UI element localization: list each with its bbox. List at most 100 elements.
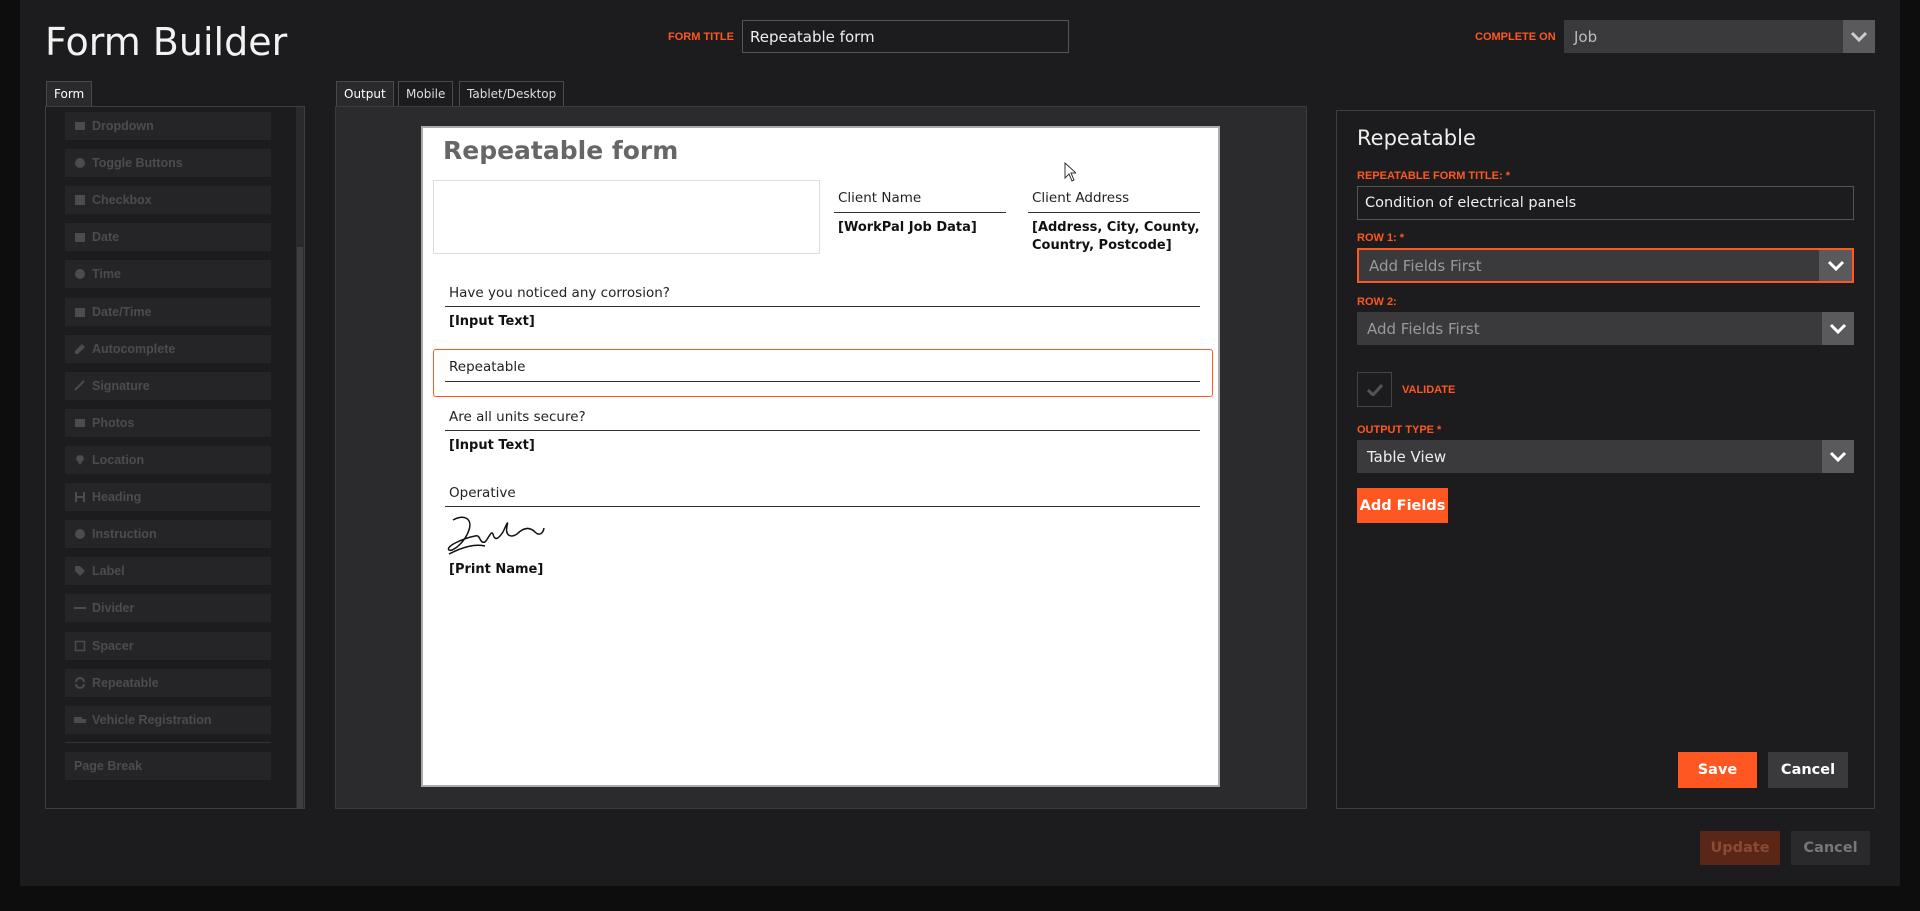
client-address-label: Client Address [1032,190,1130,206]
calendar-clock-icon [74,306,86,318]
save-button[interactable]: Save [1678,752,1757,788]
palette-item-checkbox[interactable]: Checkbox [65,186,271,214]
tab-form[interactable]: Form [46,81,93,106]
palette-item-label: Date/Time [92,305,152,319]
palette-item-label: Date [92,230,120,244]
palette-item-signature[interactable]: Signature [65,372,271,400]
output-type-value: Table View [1367,447,1447,466]
row2-label: ROW 2: [1357,296,1397,308]
repeatable-field-selected[interactable]: Repeatable [433,349,1213,397]
palette-item-toggle-buttons[interactable]: Toggle Buttons [65,149,271,177]
question-corrosion-value: [Input Text] [449,314,535,329]
validate-checkbox[interactable] [1357,372,1392,407]
divider [834,212,1006,213]
palette-item-location[interactable]: Location [65,446,271,474]
chevron-down-icon [1843,20,1875,53]
question-corrosion-label[interactable]: Have you noticed any corrosion? [449,285,670,301]
palette-item-label: Location [92,453,145,467]
validate-label: VALIDATE [1402,384,1456,396]
form-preview: Repeatable form Client Name [WorkPal Job… [421,126,1220,787]
divider-icon [74,602,86,614]
palette-item-label: Heading [92,490,142,504]
output-type-label: OUTPUT TYPE * [1357,424,1442,436]
toggle-icon [74,157,86,169]
client-name-value: [WorkPal Job Data] [838,220,977,235]
complete-on-select[interactable]: Job [1564,20,1875,53]
add-fields-button[interactable]: Add Fields [1357,488,1448,523]
square-icon [74,640,86,652]
repeatable-title-input[interactable] [1357,186,1854,220]
image-icon [74,417,86,429]
palette-item-date-time[interactable]: Date/Time [65,298,271,326]
divider [1028,212,1200,213]
client-address-value-line2: Country, Postcode] [1032,238,1172,253]
chevron-down-icon [1819,250,1852,281]
tab-mobile[interactable]: Mobile [398,81,454,106]
repeatable-title-label: REPEATABLE FORM TITLE: * [1357,170,1510,182]
divider [445,430,1200,431]
check-icon [1366,383,1383,396]
palette-divider [65,742,271,743]
palette-item-page-break[interactable]: Page Break [65,752,271,780]
palette-item-label: Checkbox [92,193,152,207]
settings-cancel-button[interactable]: Cancel [1768,752,1848,788]
operative-label[interactable]: Operative [449,485,516,501]
palette-scrollbar[interactable] [296,107,304,808]
heading-icon [74,491,86,503]
calendar-icon [74,231,86,243]
footer-cancel-button[interactable]: Cancel [1791,831,1870,865]
form-title-input[interactable] [742,20,1069,53]
question-secure-label[interactable]: Are all units secure? [449,409,586,425]
complete-on-value: Job [1574,27,1598,46]
tab-tablet-desktop[interactable]: Tablet/Desktop [459,81,565,106]
palette-item-label: Photos [92,416,135,430]
palette-item-repeatable[interactable]: Repeatable [65,669,271,697]
row2-value: Add Fields First [1367,319,1480,338]
output-type-select[interactable]: Table View [1357,440,1854,473]
row1-select[interactable]: Add Fields First [1357,248,1854,283]
palette-item-label: Signature [92,379,150,393]
palette-item-dropdown[interactable]: Dropdown [65,112,271,140]
truck-icon [74,714,86,726]
palette-item-vehicle-registration[interactable]: Vehicle Registration [65,706,271,734]
signature-image [447,516,545,555]
palette-item-label: Vehicle Registration [92,713,212,727]
palette-item-autocomplete[interactable]: Autocomplete [65,335,271,363]
row1-value: Add Fields First [1369,256,1482,275]
palette-item-divider[interactable]: Divider [65,594,271,622]
divider [445,306,1200,307]
palette-item-label: Label [92,564,125,578]
map-pin-icon [74,454,86,466]
operative-print-name: [Print Name] [449,562,544,577]
edit-icon [74,343,86,355]
mouse-cursor-icon [1064,162,1076,182]
palette-item-label: Autocomplete [92,342,176,356]
row2-select[interactable]: Add Fields First [1357,312,1854,345]
client-address-value-line1: [Address, City, County, [1032,220,1200,235]
palette-item-spacer[interactable]: Spacer [65,632,271,660]
row1-label: ROW 1: * [1357,232,1405,244]
tab-output[interactable]: Output [336,81,394,106]
settings-heading: Repeatable [1357,126,1476,150]
form-title-label: FORM TITLE [668,31,734,43]
repeatable-label: Repeatable [449,359,526,375]
palette-item-label[interactable]: Label [65,557,271,585]
palette-item-label: Dropdown [92,119,154,133]
clock-icon [74,268,86,280]
update-button[interactable]: Update [1700,831,1780,865]
palette-item-date[interactable]: Date [65,223,271,251]
palette-item-time[interactable]: Time [65,260,271,288]
logo-placeholder[interactable] [433,180,820,254]
preview-title: Repeatable form [443,136,679,165]
palette-item-label: Spacer [92,639,134,653]
palette-item-photos[interactable]: Photos [65,409,271,437]
signature-icon [74,380,86,392]
info-icon [74,528,86,540]
dropdown-icon [74,120,86,132]
palette-item-instruction[interactable]: Instruction [65,520,271,548]
complete-on-label: COMPLETE ON [1475,31,1556,43]
palette-item-heading[interactable]: Heading [65,483,271,511]
divider [445,381,1200,382]
palette-item-label: Page Break [74,759,143,773]
palette-item-label: Divider [92,601,135,615]
